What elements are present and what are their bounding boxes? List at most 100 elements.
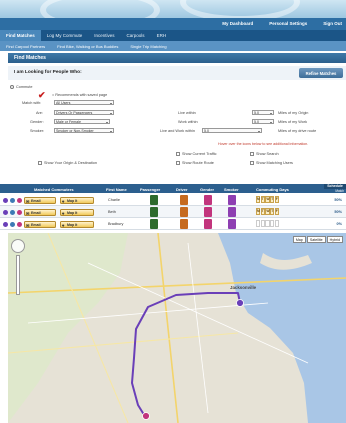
subtab-single-trip[interactable]: Single Trip Matching <box>124 41 172 51</box>
passenger-icon <box>150 219 158 229</box>
tab-find-matches[interactable]: Find Matches <box>0 30 41 41</box>
show-traffic-label: Show Current Traffic <box>182 152 217 156</box>
day-badge: M <box>256 196 261 203</box>
email-icon: ✉ <box>26 198 30 204</box>
passenger-icon <box>150 207 158 217</box>
filter-form: Commute ✔ = Recommends with saved page M… <box>8 82 346 182</box>
smoker-select[interactable]: Smoker or Non-Smoker <box>54 128 114 133</box>
origin-marker-icon[interactable] <box>236 299 244 307</box>
both-within-select[interactable]: 5.0 <box>202 128 262 133</box>
map-type-controls: Map Satellite Hybrid <box>292 236 343 243</box>
map-pin-icon: ⌖ <box>62 222 65 228</box>
banner-decoration <box>180 0 300 18</box>
day-badge: T <box>260 208 265 215</box>
tab-erh[interactable]: ERH <box>151 30 173 41</box>
map-it-button[interactable]: ⌖ Map It <box>60 220 94 228</box>
live-within-select[interactable]: 5.0 <box>252 110 274 115</box>
gender-icon <box>204 219 212 229</box>
gender-label: Gender: <box>30 120 44 124</box>
email-button-label: Email <box>31 198 41 203</box>
route-dot-icon <box>10 209 15 215</box>
gender-icon <box>204 195 212 205</box>
sign-out-link[interactable]: Sign Out <box>323 21 342 26</box>
subtab-bike-walk-bus[interactable]: Find Bike, Walking or Bus Buddies <box>51 41 124 51</box>
are-select[interactable]: Drivers Or Passengers <box>54 110 114 115</box>
route-dot-icon <box>3 197 8 203</box>
commute-radio[interactable] <box>10 85 14 89</box>
main-nav: Find Matches Log My Commute Incentives C… <box>0 30 346 41</box>
col-smoker: Smoker <box>224 186 239 192</box>
show-matching-label: Show Matching Users <box>256 161 293 165</box>
match-percent: 0% <box>336 222 343 226</box>
show-traffic-checkbox[interactable] <box>176 152 180 156</box>
map-pin-icon: ⌖ <box>62 198 65 204</box>
day-badge: T <box>270 208 275 215</box>
smoker-icon <box>228 195 236 205</box>
sub-nav: Find Carpool Partners Find Bike, Walking… <box>0 41 346 51</box>
personal-settings-link[interactable]: Personal Settings <box>269 21 307 26</box>
driver-icon <box>180 219 188 229</box>
work-within-label: Work within <box>178 120 198 124</box>
show-route-checkbox[interactable] <box>176 161 180 165</box>
day-badge: F <box>274 196 279 203</box>
map-it-button-label: Map It <box>67 210 78 215</box>
map-it-button-label: Map It <box>67 222 78 227</box>
col-first-name: First Name <box>106 186 127 192</box>
show-origin-checkbox[interactable] <box>38 161 42 165</box>
map-canvas <box>8 233 346 423</box>
match-column-label: Match <box>324 189 346 193</box>
show-matching-checkbox[interactable] <box>250 161 254 165</box>
driver-icon <box>180 207 188 217</box>
work-within-select[interactable]: 5.0 <box>252 119 274 124</box>
smoker-label: Smoker: <box>30 129 45 133</box>
show-route-label: Show Route Route <box>182 161 214 165</box>
my-dashboard-link[interactable]: My Dashboard <box>222 21 253 26</box>
map-it-button[interactable]: ⌖ Map It <box>60 196 94 204</box>
commuting-days <box>256 220 279 227</box>
match-percent: 50% <box>334 210 342 214</box>
col-driver: Driver <box>176 186 188 192</box>
gender-select[interactable]: Male or Female <box>54 119 110 124</box>
email-button-label: Email <box>31 210 41 215</box>
both-within-suffix: Miles of my drive route <box>278 129 317 133</box>
email-button[interactable]: ✉ Email <box>24 196 56 204</box>
tab-incentives[interactable]: Incentives <box>88 30 120 41</box>
refine-matches-button[interactable]: Refine Matches <box>299 68 343 78</box>
looking-for-bar: I am Looking for People Who: Refine Matc… <box>8 66 346 80</box>
match-percent: 50% <box>334 198 342 202</box>
map-it-button-label: Map It <box>67 198 78 203</box>
map-type-satellite-button[interactable]: Satellite <box>306 236 326 243</box>
pan-control-icon[interactable] <box>11 239 25 253</box>
show-search-checkbox[interactable] <box>250 152 254 156</box>
zoom-slider[interactable] <box>16 255 20 295</box>
hover-note: Hover over the icons below to see additi… <box>218 142 309 146</box>
looking-for-heading: I am Looking for People Who: <box>14 70 82 75</box>
saved-note: = Recommends with saved page <box>52 93 108 97</box>
route-map[interactable]: Jacksonville Map Satellite Hybrid <box>8 233 346 423</box>
smoker-icon <box>228 219 236 229</box>
day-badge <box>274 220 279 227</box>
map-type-map-button[interactable]: Map <box>292 236 306 243</box>
map-type-hybrid-button[interactable]: Hybrid <box>326 236 343 243</box>
match-with-select[interactable]: All Users <box>54 100 114 105</box>
email-button-label: Email <box>31 222 41 227</box>
results-table-header: Matched Commuters First Name Passenger D… <box>0 184 346 193</box>
map-it-button[interactable]: ⌖ Map It <box>60 208 94 216</box>
table-row: ✉ Email ⌖ Map It Bradbury 0% <box>0 218 346 230</box>
show-origin-label: Show Your Origin & Destination <box>44 161 97 165</box>
day-badge <box>256 220 261 227</box>
day-badge: T <box>270 196 275 203</box>
email-icon: ✉ <box>26 210 30 216</box>
live-within-label: Live within <box>178 111 196 115</box>
col-matched-commuters: Matched Commuters <box>34 186 74 192</box>
email-button[interactable]: ✉ Email <box>24 220 56 228</box>
destination-marker-icon[interactable] <box>142 412 150 420</box>
driver-icon <box>180 195 188 205</box>
tab-carpools[interactable]: Carpools <box>121 30 151 41</box>
subtab-carpool-partners[interactable]: Find Carpool Partners <box>0 41 51 51</box>
day-badge: W <box>265 208 270 215</box>
tab-log-my-commute[interactable]: Log My Commute <box>41 30 89 41</box>
zoom-control[interactable] <box>11 239 27 295</box>
email-button[interactable]: ✉ Email <box>24 208 56 216</box>
day-badge <box>260 220 265 227</box>
